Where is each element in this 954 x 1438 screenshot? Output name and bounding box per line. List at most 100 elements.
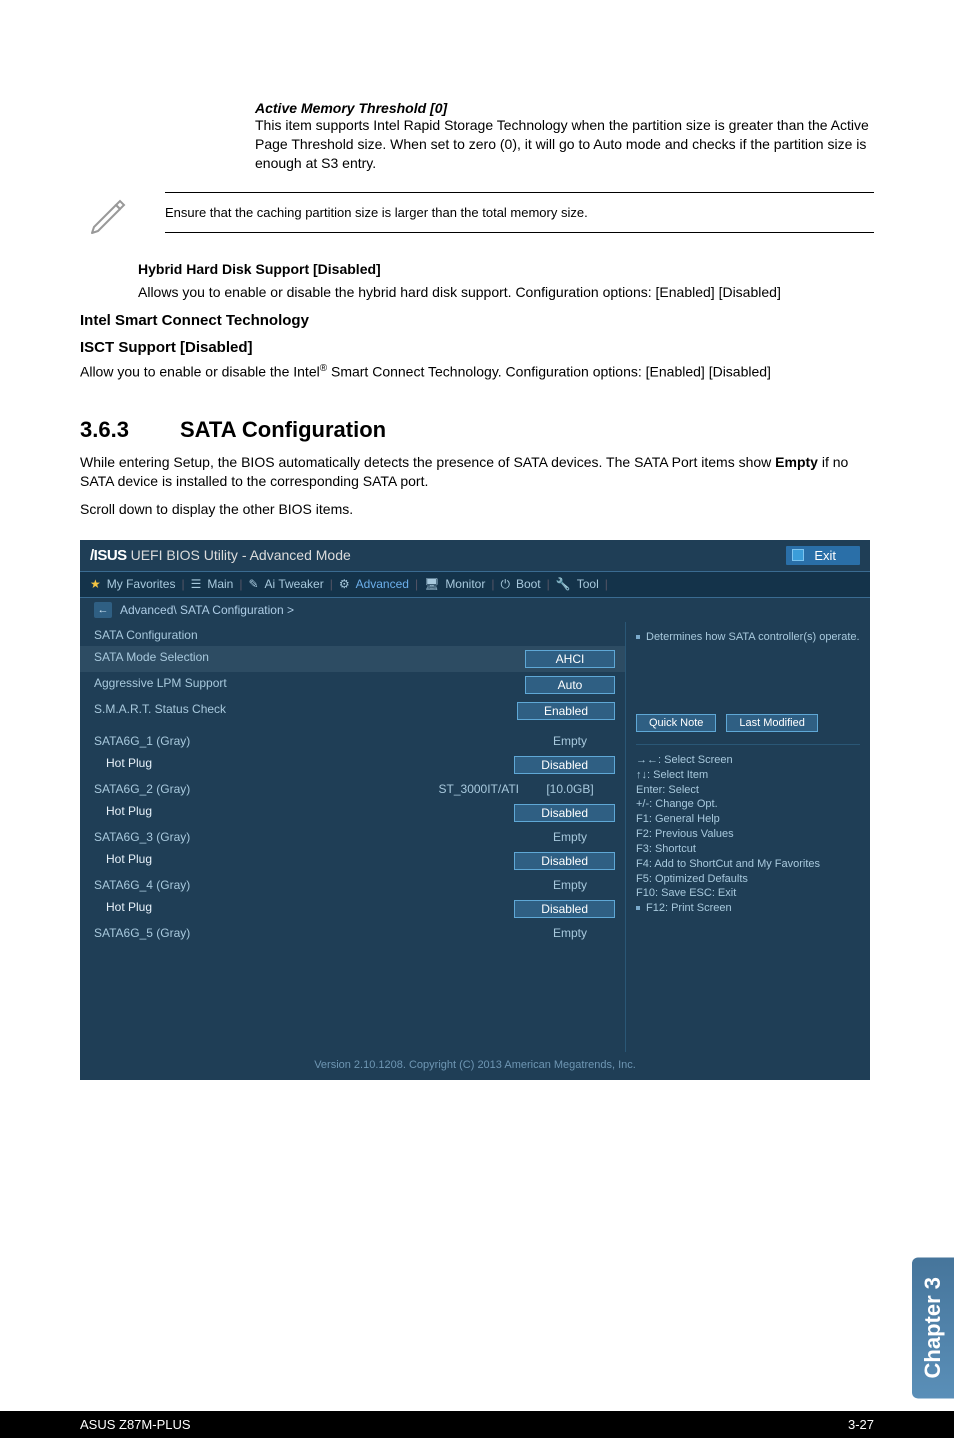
sata-config-header: SATA Configuration [94,624,615,646]
s4-value: Empty [525,878,615,892]
monitor-icon: 🖥 [424,577,439,592]
tab-monitor[interactable]: Monitor [445,577,485,592]
row-sata2: SATA6G_2 (Gray) ST_3000IT/ATI [10.0GB] [94,778,615,800]
isct-title: ISCT Support [Disabled] [80,339,874,356]
row-hotplug4[interactable]: Hot Plug Disabled [94,896,615,922]
nav-l2: ↑↓: Select Item [636,768,860,783]
nav-l3: Enter: Select [636,783,860,798]
hp4-label: Hot Plug [94,900,152,918]
row-hotplug2[interactable]: Hot Plug Disabled [94,800,615,826]
s2-mid: ST_3000IT/ATI [439,782,519,796]
asus-logo: /ISUS [90,547,127,564]
bios-footer: Version 2.10.1208. Copyright (C) 2013 Am… [80,1055,870,1075]
hp1-value[interactable]: Disabled [514,756,615,774]
s3-value: Empty [525,830,615,844]
hdr-label: SATA Configuration [94,628,198,642]
active-memory-title: Active Memory Threshold [0] [255,100,874,116]
registered-symbol: ® [320,363,327,374]
footer-left: ASUS Z87M-PLUS [80,1417,191,1432]
tab-tool[interactable]: Tool [577,577,599,592]
section-p2: Scroll down to display the other BIOS it… [80,500,874,520]
bios-screenshot: /ISUS UEFI BIOS Utility - Advanced Mode … [80,540,870,1080]
intel-smart-heading: Intel Smart Connect Technology [80,312,874,329]
tab-ai[interactable]: Ai Tweaker [265,577,324,592]
p1b: Empty [775,454,818,470]
bios-breadcrumb: ← Advanced\ SATA Configuration > [80,598,870,622]
row-sata5: SATA6G_5 (Gray) Empty [94,922,615,944]
nav-help: →←: Select Screen ↑↓: Select Item Enter:… [636,744,860,916]
row-lpm[interactable]: Aggressive LPM Support Auto [94,672,615,698]
isct-desc-a: Allow you to enable or disable the Intel [80,363,320,379]
s3-label: SATA6G_3 (Gray) [94,830,190,844]
smart-label: S.M.A.R.T. Status Check [94,702,226,720]
bios-tabbar: ★My Favorites |☰ Main |✎ Ai Tweaker |⚙ A… [80,571,870,598]
mode-label: SATA Mode Selection [94,650,209,668]
nav-l6: F2: Previous Values [636,827,860,842]
nav-l10: F10: Save ESC: Exit [636,886,860,901]
last-modified-button[interactable]: Last Modified [726,714,817,732]
s4-label: SATA6G_4 (Gray) [94,878,190,892]
hp1-label: Hot Plug [94,756,152,774]
hp2-label: Hot Plug [94,804,152,822]
row-sata4: SATA6G_4 (Gray) Empty [94,874,615,896]
quick-note-button[interactable]: Quick Note [636,714,716,732]
ai-icon: ✎ [248,577,258,592]
quick-note-row: Quick Note Last Modified [636,714,860,732]
nav-l1: →←: Select Screen [636,753,860,768]
nav-l9: F5: Optimized Defaults [636,872,860,887]
back-arrow-icon[interactable]: ← [94,602,112,618]
hp3-value[interactable]: Disabled [514,852,615,870]
right-desc: Determines how SATA controller(s) operat… [636,630,860,644]
section-p1: While entering Setup, the BIOS automatic… [80,453,874,492]
hp4-value[interactable]: Disabled [514,900,615,918]
row-hotplug1[interactable]: Hot Plug Disabled [94,752,615,778]
nav-l4: +/-: Change Opt. [636,797,860,812]
boot-icon: ⏻ [500,577,510,592]
active-memory-desc: This item supports Intel Rapid Storage T… [255,116,874,173]
hybrid-title: Hybrid Hard Disk Support [Disabled] [138,261,874,277]
tab-favorites[interactable]: My Favorites [107,577,176,592]
hp2-value[interactable]: Disabled [514,804,615,822]
tab-advanced[interactable]: Advanced [356,577,409,592]
advanced-icon: ⚙ [339,577,350,592]
row-sata1: SATA6G_1 (Gray) Empty [94,730,615,752]
exit-button[interactable]: Exit [786,546,860,565]
star-icon: ★ [90,577,101,592]
lpm-label: Aggressive LPM Support [94,676,227,694]
nav-l7: F3: Shortcut [636,842,860,857]
nav-l11: F12: Print Screen [646,902,732,914]
section-heading: 3.6.3SATA Configuration [80,417,874,443]
mode-value[interactable]: AHCI [525,650,615,668]
row-sata-mode[interactable]: SATA Mode Selection AHCI [80,646,625,672]
breadcrumb-text: Advanced\ SATA Configuration > [120,603,294,617]
isct-desc: Allow you to enable or disable the Intel… [80,362,874,382]
s5-value: Empty [525,926,615,940]
right-desc-text: Determines how SATA controller(s) operat… [646,631,860,643]
smart-value[interactable]: Enabled [517,702,615,720]
isct-desc-b: Smart Connect Technology. Configuration … [327,363,771,379]
p1a: While entering Setup, the BIOS automatic… [80,454,775,470]
chapter-side-tab: Chapter 3 [912,1257,954,1398]
row-smart[interactable]: S.M.A.R.T. Status Check Enabled [94,698,615,724]
nav-l5: F1: General Help [636,812,860,827]
exit-label: Exit [814,548,836,563]
bios-title-text: UEFI BIOS Utility - Advanced Mode [131,547,351,563]
page-content: Active Memory Threshold [0] This item su… [0,0,954,1080]
bios-title-left: /ISUS UEFI BIOS Utility - Advanced Mode [90,547,351,564]
page-footer: ASUS Z87M-PLUS 3-27 [0,1411,954,1438]
tab-main[interactable]: Main [207,577,233,592]
bios-right-pane: Determines how SATA controller(s) operat… [625,622,870,1052]
row-hotplug3[interactable]: Hot Plug Disabled [94,848,615,874]
s2-label: SATA6G_2 (Gray) [94,782,190,796]
tab-boot[interactable]: Boot [516,577,541,592]
s2-value: [10.0GB] [525,782,615,796]
lpm-value[interactable]: Auto [525,676,615,694]
bios-titlebar: /ISUS UEFI BIOS Utility - Advanced Mode … [80,540,870,571]
s1-value: Empty [525,734,615,748]
note-row: Ensure that the caching partition size i… [80,183,874,243]
s1-label: SATA6G_1 (Gray) [94,734,190,748]
hybrid-block: Hybrid Hard Disk Support [Disabled] Allo… [138,261,874,302]
bios-main: SATA Configuration SATA Mode Selection A… [80,622,870,1052]
pencil-note-icon [80,183,135,243]
main-icon: ☰ [191,577,202,592]
